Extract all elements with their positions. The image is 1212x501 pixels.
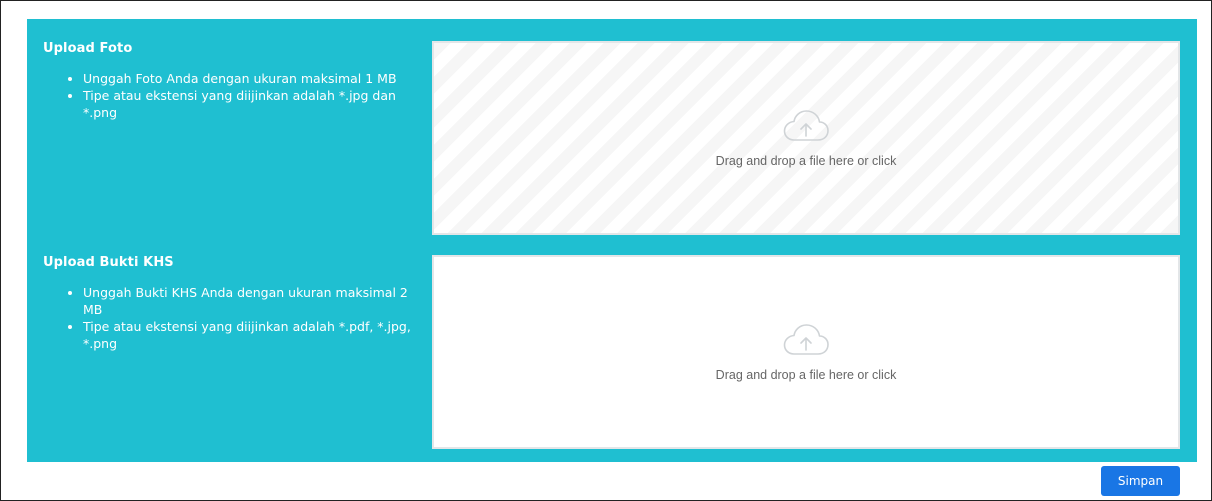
- khs-upload-note-type: Tipe atau ekstensi yang diijinkan adalah…: [83, 318, 415, 352]
- photo-upload-notes: Unggah Foto Anda dengan ukuran maksimal …: [43, 70, 415, 121]
- page-frame: Upload Foto Unggah Foto Anda dengan ukur…: [0, 0, 1212, 501]
- khs-upload-info: Upload Bukti KHS Unggah Bukti KHS Anda d…: [43, 255, 415, 352]
- photo-dropzone-text: Drag and drop a file here or click: [715, 154, 897, 168]
- khs-dropzone-text: Drag and drop a file here or click: [715, 368, 897, 382]
- cloud-upload-icon: [783, 324, 829, 355]
- khs-upload-title: Upload Bukti KHS: [43, 255, 174, 270]
- khs-dropzone[interactable]: Drag and drop a file here or click: [432, 255, 1180, 449]
- photo-upload-title: Upload Foto: [43, 41, 133, 56]
- upload-panel: Upload Foto Unggah Foto Anda dengan ukur…: [27, 19, 1197, 462]
- photo-upload-info: Upload Foto Unggah Foto Anda dengan ukur…: [43, 41, 415, 121]
- photo-upload-note-size: Unggah Foto Anda dengan ukuran maksimal …: [83, 70, 415, 87]
- khs-upload-note-size: Unggah Bukti KHS Anda dengan ukuran maks…: [83, 284, 415, 318]
- khs-upload-notes: Unggah Bukti KHS Anda dengan ukuran maks…: [43, 284, 415, 352]
- photo-upload-note-type: Tipe atau ekstensi yang diijinkan adalah…: [83, 87, 415, 121]
- save-button[interactable]: Simpan: [1101, 466, 1180, 496]
- cloud-upload-icon: [783, 110, 829, 141]
- khs-upload-section: Upload Bukti KHS Unggah Bukti KHS Anda d…: [27, 233, 1197, 449]
- photo-dropzone[interactable]: Drag and drop a file here or click: [432, 41, 1180, 235]
- photo-upload-section: Upload Foto Unggah Foto Anda dengan ukur…: [27, 19, 1197, 235]
